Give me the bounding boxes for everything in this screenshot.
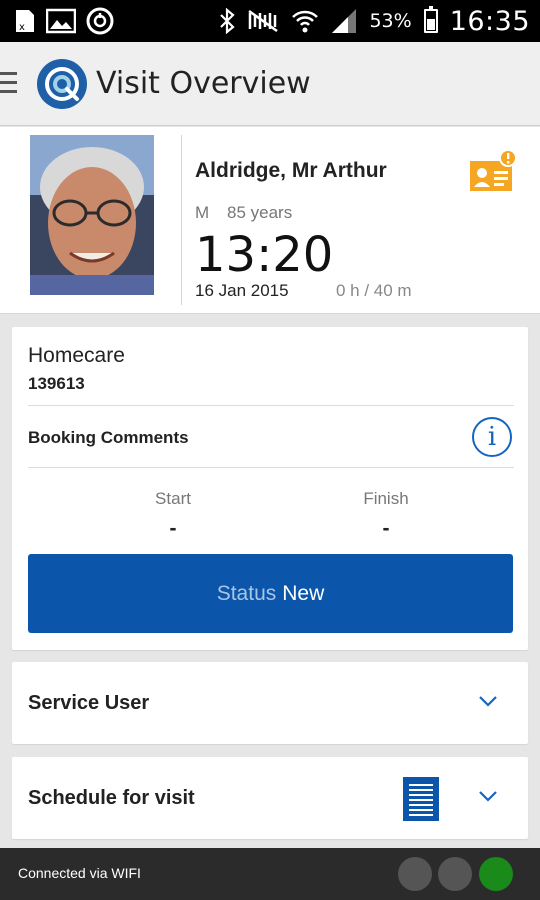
signal-icon	[332, 9, 357, 33]
service-type: Homecare	[28, 344, 125, 367]
status-indicator	[479, 857, 513, 891]
connection-status: Connected via WIFI	[18, 865, 141, 881]
booking-comments-label: Booking Comments	[28, 428, 189, 447]
menu-icon[interactable]	[0, 72, 17, 94]
status-bar: x 53% 16:35	[0, 0, 540, 42]
svg-text:x: x	[19, 22, 25, 33]
schedule-list-icon[interactable]	[403, 777, 439, 821]
status-indicator	[438, 857, 472, 891]
battery-percent: 53%	[369, 10, 412, 32]
status-label: Status	[216, 581, 277, 605]
visit-time: 13:20	[195, 227, 334, 283]
app-bar: Visit Overview	[0, 42, 540, 126]
chevron-down-icon[interactable]	[478, 789, 498, 803]
booking-card: Homecare 139613 Booking Comments i Start…	[12, 327, 528, 650]
schedule-title: Schedule for visit	[28, 787, 195, 809]
patient-gender: M	[195, 203, 210, 222]
wifi-icon	[292, 10, 319, 33]
patient-name: Aldridge, Mr Arthur	[195, 159, 387, 182]
status-value: New	[282, 581, 325, 605]
schedule-section[interactable]: Schedule for visit	[12, 757, 528, 839]
battery-icon	[423, 6, 438, 33]
divider	[28, 467, 514, 468]
page-title: Visit Overview	[96, 66, 311, 101]
status-indicator	[398, 857, 432, 891]
app-logo-icon	[37, 59, 87, 109]
booking-reference: 139613	[28, 374, 85, 393]
patient-age: 85 years	[227, 203, 293, 222]
start-label: Start	[155, 489, 191, 508]
visit-date: 16 Jan 2015	[195, 281, 289, 300]
chevron-down-icon[interactable]	[478, 694, 498, 708]
battery-level	[426, 19, 435, 30]
service-user-section[interactable]: Service User	[12, 662, 528, 744]
divider	[28, 405, 514, 406]
patient-header: Aldridge, Mr Arthur M 85 years 13:20 16 …	[0, 127, 540, 314]
finish-label: Finish	[363, 489, 409, 508]
clock: 16:35	[449, 5, 530, 37]
service-user-title: Service User	[28, 692, 150, 714]
header-divider	[181, 135, 182, 305]
gallery-icon	[46, 8, 76, 34]
contact-alert-icon[interactable]	[468, 149, 518, 193]
connection-footer: Connected via WIFI	[0, 848, 540, 900]
start-value: -	[169, 517, 177, 540]
visit-duration: 0 h / 40 m	[336, 281, 412, 300]
finish-value: -	[382, 517, 390, 540]
mute-icon	[248, 9, 279, 33]
info-icon[interactable]: i	[472, 417, 512, 457]
status-button[interactable]: Status New	[28, 554, 513, 633]
sync-icon	[86, 7, 114, 35]
bluetooth-icon	[220, 8, 236, 34]
patient-photo	[30, 135, 154, 295]
sd-card-icon: x	[16, 10, 34, 33]
